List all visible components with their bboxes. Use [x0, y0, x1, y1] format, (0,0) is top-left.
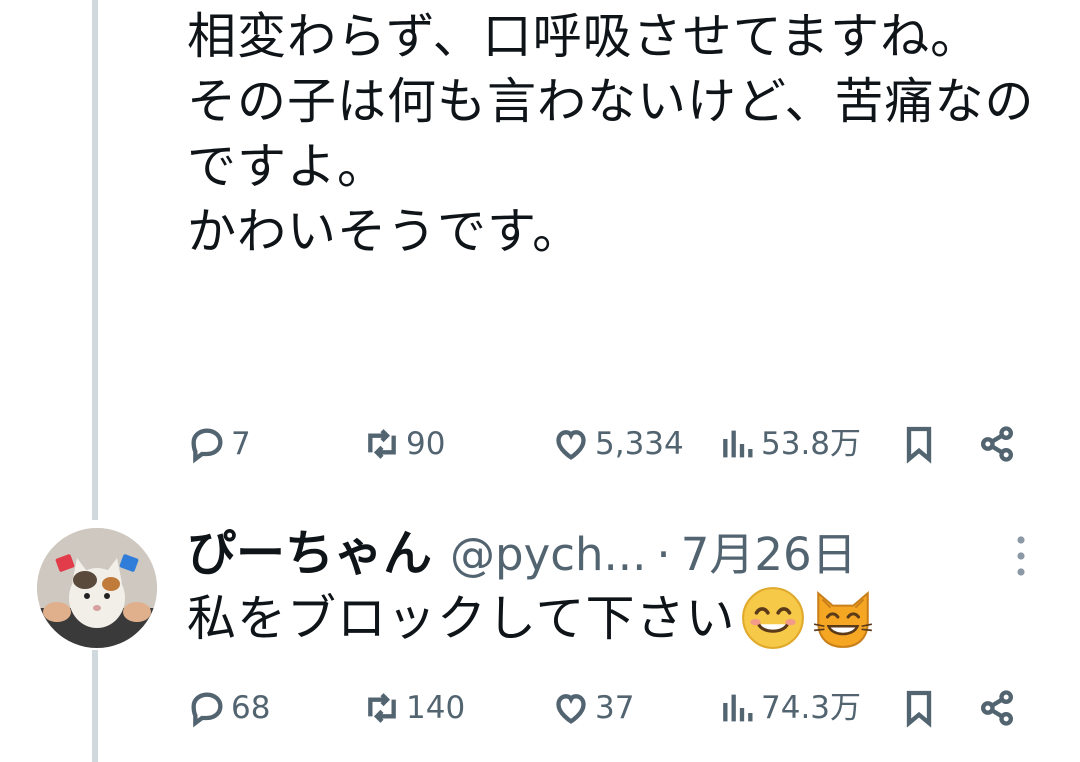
reply-icon [191, 692, 223, 728]
like-button[interactable]: 37 [551, 688, 634, 728]
like-button[interactable]: 5,334 [551, 424, 684, 464]
thread-line-continuation [92, 650, 98, 762]
avatar-image [37, 528, 157, 648]
retweet-icon [368, 429, 396, 459]
share-button[interactable] [977, 688, 1017, 728]
tweet-text: 相変わらず、口呼吸させてますね。 その子は何も言わないけど、苦痛なのですよ。 か… [187, 8, 1035, 260]
share-button[interactable] [977, 424, 1017, 464]
like-count: 5,334 [595, 426, 684, 462]
views-count: 53.8万 [761, 426, 862, 462]
reply-text-row: 私をブロックして下さい [187, 585, 876, 651]
reply-button[interactable]: 68 [187, 688, 270, 728]
retweet-button[interactable]: 140 [362, 688, 465, 728]
grinning-cat-emoji [813, 591, 872, 648]
views-count: 74.3万 [761, 690, 862, 726]
thread-line [92, 0, 98, 520]
post-date[interactable]: 7月26日 [681, 518, 857, 583]
reply-count: 68 [231, 690, 271, 726]
views-icon [723, 430, 753, 458]
share-icon [981, 690, 1013, 726]
heart-icon [556, 430, 586, 460]
retweet-button[interactable]: 90 [362, 424, 445, 464]
reply-count: 7 [231, 426, 251, 462]
reply-text: 私をブロックして下さい [187, 589, 736, 647]
retweet-icon [368, 693, 396, 723]
reply-header: ぴーちゃん @pych... · 7月26日 [187, 514, 1007, 584]
user-handle[interactable]: @pych... [450, 528, 646, 581]
reply-icon [191, 428, 223, 464]
reply-button[interactable]: 7 [187, 424, 251, 464]
bookmark-button[interactable] [899, 688, 939, 728]
heart-icon [556, 694, 586, 724]
reply-action-bar: 68 140 37 74.3万 [187, 678, 1037, 738]
more-vertical-icon[interactable] [1011, 532, 1031, 580]
bookmark-button[interactable] [899, 424, 939, 464]
separator-dot: · [656, 528, 671, 581]
retweet-count: 90 [406, 426, 446, 462]
views-icon [723, 694, 753, 722]
like-count: 37 [595, 690, 635, 726]
bookmark-icon [906, 690, 932, 728]
retweet-count: 140 [406, 690, 466, 726]
bookmark-icon [906, 426, 932, 464]
views-button[interactable]: 74.3万 [717, 688, 861, 728]
tweet-action-bar: 7 90 5,334 53.8万 [187, 414, 1037, 474]
smiling-face-emoji [741, 587, 804, 649]
views-button[interactable]: 53.8万 [717, 424, 861, 464]
display-name[interactable]: ぴーちゃん [187, 514, 432, 585]
avatar[interactable] [37, 528, 157, 648]
share-icon [981, 426, 1013, 462]
